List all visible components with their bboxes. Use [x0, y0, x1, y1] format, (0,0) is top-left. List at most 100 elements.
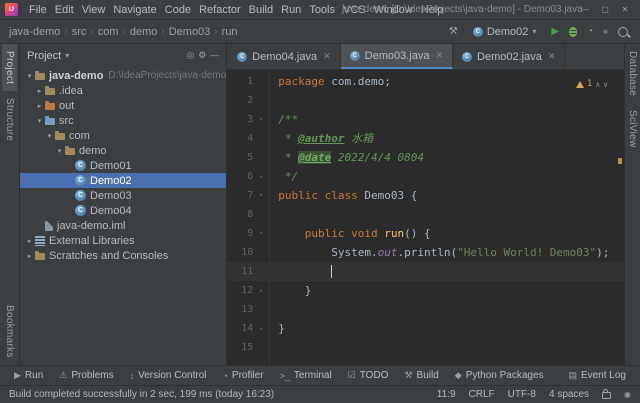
tool-tab-structure[interactable]: Structure	[2, 91, 17, 148]
tree-row-java-demo[interactable]: ▾java-demoD:\IdeaProjects\java-demo	[20, 68, 226, 83]
breadcrumb-item-com[interactable]: com	[98, 26, 119, 38]
tool-tab-sciview[interactable]: SciView	[625, 103, 640, 155]
editor-tab-demo03-java[interactable]: CDemo03.java✕	[341, 44, 453, 69]
fold-gutter	[253, 243, 269, 262]
tree-row-com[interactable]: ▾com	[20, 128, 226, 143]
prev-warning-icon[interactable]: ∧	[595, 75, 600, 94]
tree-row-demo02[interactable]: CDemo02	[20, 173, 226, 188]
code-editor[interactable]: 1package com.demo;23▾/**4 * @author 水箱5 …	[227, 70, 624, 365]
menu-navigate[interactable]: Navigate	[109, 3, 160, 17]
profiler-button[interactable]: ◔	[587, 27, 593, 37]
breadcrumb-item-demo[interactable]: demo	[130, 26, 158, 38]
tree-label: demo	[79, 145, 107, 157]
project-panel-title[interactable]: Project	[27, 50, 61, 62]
indent-setting[interactable]: 4 spaces	[549, 389, 589, 400]
fold-marker-icon[interactable]: ▴	[253, 281, 269, 300]
tree-row-scratches-and-consoles[interactable]: ▸Scratches and Consoles	[20, 248, 226, 263]
code-text: /**	[269, 110, 298, 129]
menu-run[interactable]: Run	[277, 3, 305, 17]
tab-label: Demo03.java	[365, 50, 430, 62]
toolwindow-button-run[interactable]: ▶Run	[6, 366, 51, 385]
editor-tab-demo04-java[interactable]: CDemo04.java✕	[228, 44, 340, 69]
code-text: public class Demo03 {	[269, 186, 417, 205]
caret-position[interactable]: 11:9	[437, 389, 456, 400]
toolwindow-label: TODO	[360, 370, 389, 381]
build-hammer-icon[interactable]: ⚒	[449, 27, 458, 37]
folder-icon	[45, 88, 55, 95]
menu-edit[interactable]: Edit	[51, 3, 78, 17]
search-icon[interactable]	[618, 27, 628, 37]
tree-row-external-libraries[interactable]: ▸External Libraries	[20, 233, 226, 248]
breadcrumb-item-demo03[interactable]: Demo03	[169, 26, 211, 38]
breadcrumb-item-src[interactable]: src	[72, 26, 87, 38]
close-button[interactable]: ✕	[615, 5, 635, 14]
tree-expand-icon[interactable]: ▸	[34, 102, 45, 110]
menu-tools[interactable]: Tools	[305, 3, 339, 17]
fold-marker-icon[interactable]: ▾	[253, 224, 269, 243]
menu-refactor[interactable]: Refactor	[195, 3, 245, 17]
tree-row-demo[interactable]: ▾ demo	[20, 143, 226, 158]
inspections-widget[interactable]: 1 ∧ ∨	[576, 75, 608, 94]
tree-row-java-demo-iml[interactable]: java-demo.iml	[20, 218, 226, 233]
menu-view[interactable]: View	[78, 3, 110, 17]
tree-collapse-icon[interactable]: ▾	[34, 117, 45, 125]
locate-file-icon[interactable]: ◎	[186, 51, 194, 60]
line-number: 14	[227, 319, 253, 338]
hide-panel-icon[interactable]: —	[210, 51, 219, 60]
toolwindow-label: Version Control	[138, 370, 206, 381]
next-warning-icon[interactable]: ∨	[603, 75, 608, 94]
menu-file[interactable]: File	[25, 3, 51, 17]
debug-button[interactable]	[569, 27, 577, 37]
right-tool-stripe: DatabaseSciView	[624, 44, 640, 365]
stop-button[interactable]: ■	[603, 28, 608, 36]
toolwindow-button-problems[interactable]: ⚠Problems	[51, 366, 121, 385]
tree-row-out[interactable]: ▸out	[20, 98, 226, 113]
fold-marker-icon[interactable]: ▴	[253, 319, 269, 338]
maximize-button[interactable]: ▢	[595, 5, 615, 14]
tree-collapse-icon[interactable]: ▾	[44, 132, 55, 140]
line-separator[interactable]: CRLF	[469, 389, 495, 400]
fold-marker-icon[interactable]: ▾	[253, 110, 269, 129]
tool-tab-database[interactable]: Database	[625, 44, 640, 103]
toolwindow-button-event-log[interactable]: ▤Event Log	[560, 366, 634, 385]
tree-collapse-icon[interactable]: ▾	[54, 147, 65, 155]
toolwindow-button-todo[interactable]: ☑TODO	[340, 366, 397, 385]
line-number: 11	[227, 262, 253, 281]
close-tab-icon[interactable]: ✕	[548, 51, 556, 62]
tree-expand-icon[interactable]: ▸	[34, 87, 45, 95]
editor-tab-demo02-java[interactable]: CDemo02.java✕	[453, 44, 565, 69]
menu-build[interactable]: Build	[245, 3, 277, 17]
tree-row-demo04[interactable]: CDemo04	[20, 203, 226, 218]
breadcrumb-item-java-demo[interactable]: java-demo	[9, 26, 60, 38]
toolwindow-button-version-control[interactable]: ↕Version Control	[122, 366, 215, 385]
tree-expand-icon[interactable]: ▸	[24, 237, 35, 245]
menu-code[interactable]: Code	[161, 3, 195, 17]
folder-src-icon	[45, 118, 55, 125]
tool-tab-bookmarks[interactable]: Bookmarks	[2, 298, 17, 365]
toolwindow-button-terminal[interactable]: >_Terminal	[272, 366, 340, 385]
lock-icon[interactable]	[602, 392, 611, 399]
fold-marker-icon[interactable]: ▴	[253, 167, 269, 186]
tree-collapse-icon[interactable]: ▾	[24, 72, 35, 80]
close-tab-icon[interactable]: ✕	[435, 50, 443, 61]
run-config-select[interactable]: C Demo02 ▾	[468, 25, 542, 39]
breadcrumb-separator: ›	[90, 26, 93, 37]
tool-tab-project[interactable]: Project	[2, 44, 17, 91]
toolwindow-button-profiler[interactable]: ◔Profiler	[214, 366, 271, 385]
text-caret	[331, 265, 332, 278]
tree-row-demo01[interactable]: CDemo01	[20, 158, 226, 173]
tree-expand-icon[interactable]: ▸	[24, 252, 35, 260]
tree-row-src[interactable]: ▾src	[20, 113, 226, 128]
file-encoding[interactable]: UTF-8	[508, 389, 536, 400]
toolwindow-button-python-packages[interactable]: ◆Python Packages	[447, 366, 552, 385]
toolwindow-button-build[interactable]: ⚒Build	[396, 366, 446, 385]
run-button[interactable]: ▶	[551, 27, 559, 37]
hector-inspections-icon[interactable]: ◉	[624, 390, 631, 399]
settings-gear-icon[interactable]: ⚙	[198, 51, 206, 60]
fold-marker-icon[interactable]: ▾	[253, 186, 269, 205]
tree-row-demo03[interactable]: CDemo03	[20, 188, 226, 203]
close-tab-icon[interactable]: ✕	[323, 51, 331, 62]
breadcrumb-item-run[interactable]: run	[222, 26, 238, 38]
code-line-8: 8	[227, 205, 624, 224]
tree-row-idea[interactable]: ▸.idea	[20, 83, 226, 98]
